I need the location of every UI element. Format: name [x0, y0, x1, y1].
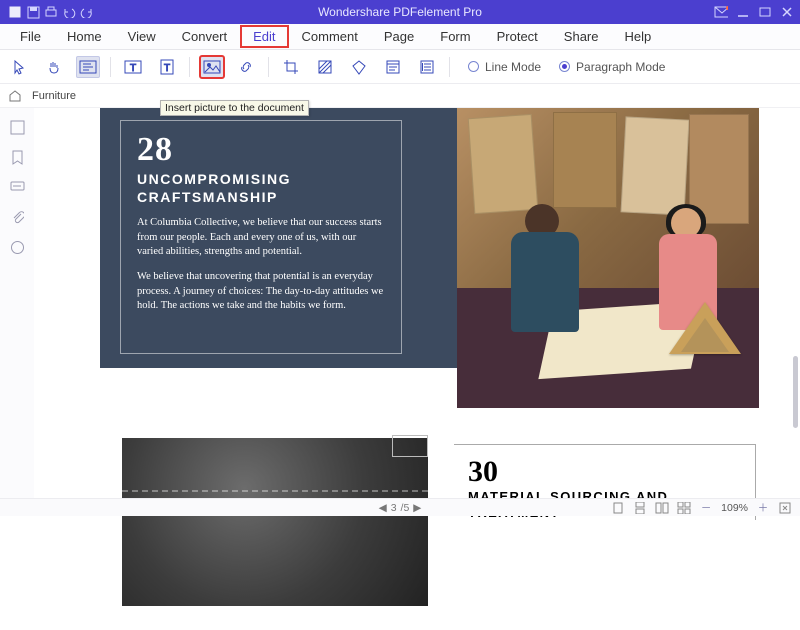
home-icon[interactable] — [8, 89, 22, 102]
select-tool-icon[interactable] — [8, 56, 32, 78]
section-28-block: 28 UNCOMPROMISING CRAFTSMANSHIP At Colum… — [100, 108, 462, 368]
print-icon[interactable] — [44, 5, 58, 19]
menu-view[interactable]: View — [116, 26, 168, 47]
header-footer-tool-icon[interactable] — [381, 56, 405, 78]
next-page-icon[interactable]: ▶ — [413, 502, 421, 514]
menu-help[interactable]: Help — [613, 26, 664, 47]
close-icon[interactable] — [780, 5, 794, 19]
prev-page-icon[interactable]: ◀ — [379, 502, 387, 514]
add-text-h-icon[interactable]: T — [121, 56, 145, 78]
menu-page[interactable]: Page — [372, 26, 426, 47]
section-paragraph-2: We believe that uncovering that potentia… — [137, 270, 385, 314]
comments-panel-icon[interactable] — [8, 178, 26, 196]
menu-file[interactable]: File — [8, 26, 53, 47]
zoom-in-icon[interactable]: ＋ — [756, 501, 770, 515]
radio-icon — [468, 61, 479, 72]
small-rect-icon — [392, 435, 428, 457]
view-facing-continuous-icon[interactable] — [677, 501, 691, 515]
hand-tool-icon[interactable] — [42, 56, 66, 78]
bates-tool-icon[interactable] — [415, 56, 439, 78]
mail-icon[interactable] — [714, 5, 728, 19]
maximize-icon[interactable] — [758, 5, 772, 19]
paragraph-mode-label: Paragraph Mode — [576, 60, 665, 74]
section-heading: UNCOMPROMISING CRAFTSMANSHIP — [137, 171, 385, 206]
line-mode-option[interactable]: Line Mode — [468, 60, 541, 74]
paragraph-mode-option[interactable]: Paragraph Mode — [559, 60, 665, 74]
line-mode-label: Line Mode — [485, 60, 541, 74]
svg-text:T: T — [164, 63, 170, 74]
background-tool-icon[interactable] — [347, 56, 371, 78]
breadcrumb-bar: Furniture — [0, 84, 800, 108]
scrollbar-track[interactable] — [788, 108, 800, 498]
app-logo-icon — [8, 5, 22, 19]
view-facing-icon[interactable] — [655, 501, 669, 515]
thumbnails-panel-icon[interactable] — [8, 118, 26, 136]
zoom-value: 109% — [721, 502, 748, 514]
attachments-panel-icon[interactable] — [8, 208, 26, 226]
left-panel-rail — [0, 108, 34, 498]
craftsmanship-photo — [457, 108, 759, 408]
separator — [449, 57, 450, 77]
radio-checked-icon — [559, 61, 570, 72]
redo-icon[interactable] — [80, 5, 94, 19]
separator — [189, 57, 190, 77]
annotations-panel-icon[interactable] — [8, 238, 26, 256]
page-content: 28 UNCOMPROMISING CRAFTSMANSHIP At Colum… — [82, 108, 754, 410]
scrollbar-thumb[interactable] — [793, 356, 798, 428]
minimize-icon[interactable] — [736, 5, 750, 19]
section-number: 28 — [137, 131, 385, 169]
page-indicator[interactable]: ◀ 3 /5 ▶ — [379, 502, 422, 514]
section-paragraph-1: At Columbia Collective, we believe that … — [137, 216, 385, 260]
link-tool-icon[interactable] — [234, 56, 258, 78]
page-content-next: 30 MATERIAL SOURCING AND TREATMENT — [82, 430, 754, 630]
add-text-v-icon[interactable]: T — [155, 56, 179, 78]
page-current: 3 — [391, 502, 397, 514]
app-title: Wondershare PDFelement Pro — [0, 5, 800, 19]
page-total: /5 — [401, 502, 410, 514]
title-bar: Wondershare PDFelement Pro — [0, 0, 800, 24]
edit-toolbar: T T Line Mode Paragraph Mode — [0, 50, 800, 84]
edit-region-tool-icon[interactable] — [76, 56, 100, 78]
bookmark-panel-icon[interactable] — [8, 148, 26, 166]
undo-icon[interactable] — [62, 5, 76, 19]
menu-edit[interactable]: Edit — [241, 26, 287, 47]
menu-form[interactable]: Form — [428, 26, 482, 47]
menu-comment[interactable]: Comment — [290, 26, 370, 47]
leather-texture-photo — [122, 438, 428, 606]
separator — [110, 57, 111, 77]
status-bar: ◀ 3 /5 ▶ － 109% ＋ — [0, 498, 800, 516]
document-viewport[interactable]: 28 UNCOMPROMISING CRAFTSMANSHIP At Colum… — [34, 108, 788, 498]
zoom-out-icon[interactable]: － — [699, 501, 713, 515]
menu-protect[interactable]: Protect — [485, 26, 550, 47]
separator — [268, 57, 269, 77]
tooltip: Insert picture to the document — [160, 100, 309, 116]
fit-page-icon[interactable] — [778, 501, 792, 515]
menu-bar: File Home View Convert Edit Comment Page… — [0, 24, 800, 50]
save-icon[interactable] — [26, 5, 40, 19]
section-number: 30 — [468, 455, 741, 489]
menu-share[interactable]: Share — [552, 26, 611, 47]
view-single-icon[interactable] — [611, 501, 625, 515]
document-name[interactable]: Furniture — [32, 90, 76, 102]
view-continuous-icon[interactable] — [633, 501, 647, 515]
menu-home[interactable]: Home — [55, 26, 114, 47]
watermark-tool-icon[interactable] — [313, 56, 337, 78]
menu-convert[interactable]: Convert — [170, 26, 240, 47]
crop-tool-icon[interactable] — [279, 56, 303, 78]
svg-text:T: T — [130, 63, 136, 74]
add-image-tool-icon[interactable] — [200, 56, 224, 78]
